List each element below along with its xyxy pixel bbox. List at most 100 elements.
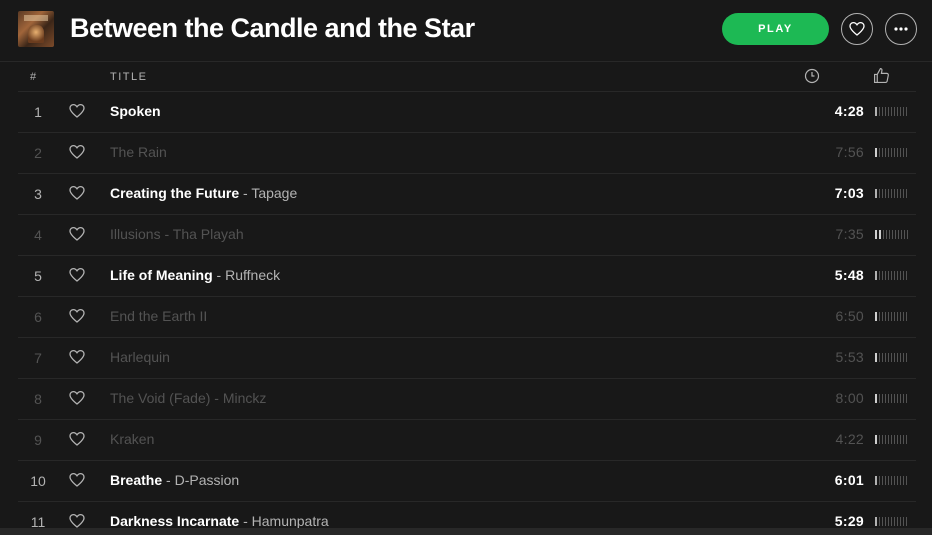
track-artist[interactable]: Minckz	[223, 390, 267, 406]
track-name: End the Earth II	[110, 308, 208, 324]
track-duration: 8:00	[835, 390, 864, 406]
track-title: Darkness Incarnate - Hamunpatra	[110, 513, 329, 529]
track-artist[interactable]: Hamunpatra	[252, 513, 329, 529]
scrollbar-track[interactable]	[0, 528, 932, 535]
thumbs-up-icon[interactable]	[873, 67, 890, 84]
popularity-bar	[875, 271, 907, 280]
popularity-bar	[875, 107, 907, 116]
popularity-bar	[875, 517, 907, 526]
track-separator: -	[162, 472, 175, 488]
track-title: Spoken	[110, 103, 161, 119]
track-duration: 6:50	[835, 308, 864, 324]
track-row[interactable]: 5 Life of Meaning - Ruffneck 5:48	[18, 256, 916, 297]
track-number: 8	[34, 391, 42, 407]
popularity-bar	[875, 312, 907, 321]
track-number: 5	[34, 268, 42, 284]
track-name: The Rain	[110, 144, 167, 160]
track-row[interactable]: 3 Creating the Future - Tapage 7:03	[18, 174, 916, 215]
heart-icon[interactable]	[69, 390, 85, 411]
track-separator: -	[160, 226, 173, 242]
album-cover[interactable]	[18, 11, 54, 47]
album-title: Between the Candle and the Star	[70, 13, 475, 43]
popularity-bar	[875, 230, 908, 239]
track-row[interactable]: 2 The Rain 7:56	[18, 133, 916, 174]
track-number: 9	[34, 432, 42, 448]
heart-icon[interactable]	[69, 349, 85, 370]
track-name: Kraken	[110, 431, 155, 447]
track-artist[interactable]: D-Passion	[175, 472, 240, 488]
track-separator: -	[212, 267, 226, 283]
track-number: 1	[34, 104, 42, 120]
heart-icon[interactable]	[69, 431, 85, 452]
track-duration: 5:53	[835, 349, 864, 365]
track-separator: -	[210, 390, 223, 406]
track-title: Life of Meaning - Ruffneck	[110, 267, 280, 283]
track-artist[interactable]: Ruffneck	[225, 267, 280, 283]
save-album-button[interactable]	[841, 13, 873, 45]
track-duration: 5:48	[834, 267, 864, 283]
track-title: Creating the Future - Tapage	[110, 185, 297, 201]
track-number: 3	[34, 186, 42, 202]
heart-icon	[849, 21, 865, 36]
track-artist[interactable]: Tapage	[251, 185, 297, 201]
clock-icon[interactable]	[804, 68, 820, 84]
heart-icon[interactable]	[69, 308, 85, 329]
popularity-bar	[875, 189, 907, 198]
track-duration: 7:03	[834, 185, 864, 201]
heart-icon[interactable]	[69, 144, 85, 165]
heart-icon[interactable]	[69, 472, 85, 493]
track-duration: 5:29	[834, 513, 864, 529]
popularity-bar	[875, 394, 907, 403]
popularity-bar	[875, 353, 907, 362]
track-duration: 4:28	[834, 103, 864, 119]
track-number: 10	[30, 473, 46, 489]
track-name: The Void (Fade)	[110, 390, 211, 406]
track-number: 2	[34, 145, 42, 161]
track-title: Kraken	[110, 431, 154, 447]
track-row[interactable]: 4 Illusions - Tha Playah 7:35	[18, 215, 916, 256]
play-button[interactable]: PLAY	[722, 13, 829, 45]
track-title: Illusions - Tha Playah	[110, 226, 244, 242]
track-duration: 4:22	[835, 431, 864, 447]
track-name: Darkness Incarnate	[110, 513, 240, 529]
track-separator: -	[239, 185, 252, 201]
column-title[interactable]: TITLE	[110, 71, 147, 83]
track-title: End the Earth II	[110, 308, 207, 324]
heart-icon[interactable]	[69, 103, 85, 124]
popularity-bar	[875, 435, 907, 444]
popularity-bar	[875, 476, 907, 485]
track-artist[interactable]: Tha Playah	[173, 226, 244, 242]
track-row[interactable]: 6 End the Earth II 6:50	[18, 297, 916, 338]
track-duration: 7:56	[835, 144, 864, 160]
heart-icon[interactable]	[69, 185, 85, 206]
heart-icon[interactable]	[69, 226, 85, 247]
track-name: Harlequin	[110, 349, 170, 365]
track-title: The Rain	[110, 144, 167, 160]
track-row[interactable]: 1 Spoken 4:28	[18, 92, 916, 133]
track-duration: 7:35	[835, 226, 864, 242]
album-header: Between the Candle and the Star PLAY	[0, 0, 932, 62]
track-row[interactable]: 10 Breathe - D-Passion 6:01	[18, 461, 916, 502]
track-name: Illusions	[110, 226, 161, 242]
track-title: Harlequin	[110, 349, 170, 365]
track-title: The Void (Fade) - Minckz	[110, 390, 266, 406]
more-options-button[interactable]	[885, 13, 917, 45]
track-number: 4	[34, 227, 42, 243]
track-duration: 6:01	[834, 472, 864, 488]
more-horizontal-icon	[894, 27, 908, 31]
heart-icon[interactable]	[69, 267, 85, 288]
track-number: 7	[34, 350, 42, 366]
track-number: 6	[34, 309, 42, 325]
track-name: Spoken	[110, 103, 161, 119]
track-row[interactable]: 7 Harlequin 5:53	[18, 338, 916, 379]
track-separator: -	[239, 513, 252, 529]
column-number: #	[30, 71, 37, 83]
track-name: Creating the Future	[110, 185, 240, 201]
track-name: Breathe	[110, 472, 163, 488]
track-row[interactable]: 8 The Void (Fade) - Minckz 8:00	[18, 379, 916, 420]
track-name: Life of Meaning	[110, 267, 213, 283]
tracklist: 1 Spoken 4:28 2 The Rain 7:56 3 Creating the Fu…	[18, 92, 916, 535]
track-row[interactable]: 9 Kraken 4:22	[18, 420, 916, 461]
popularity-bar	[875, 148, 907, 157]
track-title: Breathe - D-Passion	[110, 472, 239, 488]
